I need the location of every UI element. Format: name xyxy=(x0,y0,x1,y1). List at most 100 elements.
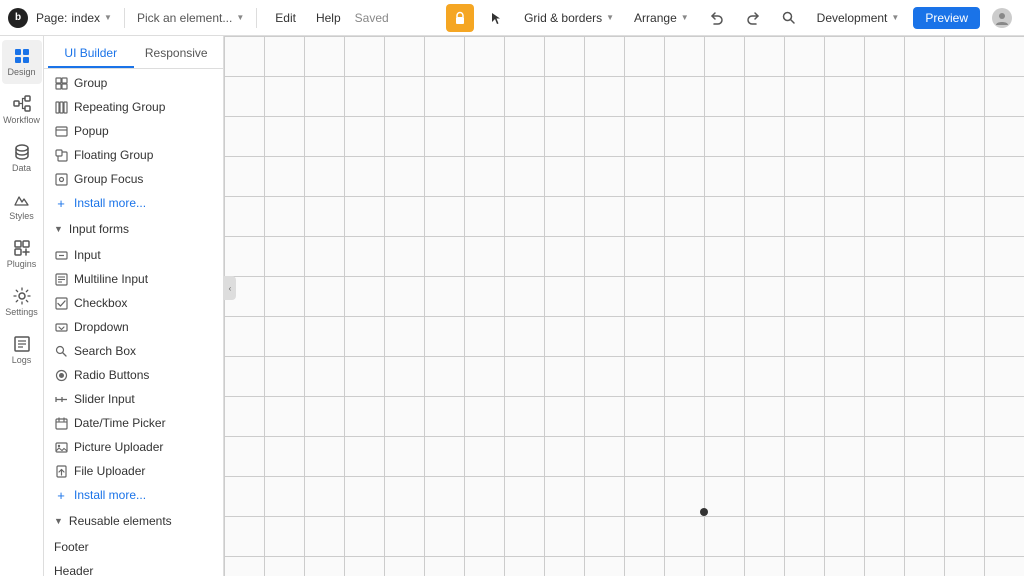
panel-item-slider[interactable]: Slider Input xyxy=(44,387,223,411)
picture-uploader-icon xyxy=(54,440,68,454)
footer-label: Footer xyxy=(54,540,89,554)
group-label: Group xyxy=(74,76,107,90)
radio-buttons-label: Radio Buttons xyxy=(74,368,149,382)
slider-icon xyxy=(54,392,68,406)
sidebar-item-plugins[interactable]: Plugins xyxy=(2,232,42,276)
grid-label: Grid & borders xyxy=(524,11,602,25)
plugins-label: Plugins xyxy=(7,259,37,269)
sidebar-item-styles[interactable]: Styles xyxy=(2,184,42,228)
plugins-icon xyxy=(13,239,31,257)
input-icon xyxy=(54,248,68,262)
panel-item-popup[interactable]: Popup xyxy=(44,119,223,143)
group-icon xyxy=(54,76,68,90)
repeating-group-icon xyxy=(54,100,68,114)
group-focus-icon xyxy=(54,172,68,186)
search-box-label: Search Box xyxy=(74,344,136,358)
multiline-icon xyxy=(54,272,68,286)
pointer-icon-btn[interactable] xyxy=(482,4,510,32)
install-more-containers-label: Install more... xyxy=(74,196,146,210)
panel-item-install-more-forms[interactable]: + Install more... xyxy=(44,483,223,507)
panel-item-header[interactable]: Header xyxy=(44,559,223,576)
input-forms-section: Input Multiline Input Checkb xyxy=(44,241,223,509)
preview-button[interactable]: Preview xyxy=(913,7,980,29)
development-button[interactable]: Development ▼ xyxy=(811,9,906,27)
panel-item-picture-uploader[interactable]: Picture Uploader xyxy=(44,435,223,459)
panel-item-dropdown[interactable]: Dropdown xyxy=(44,315,223,339)
arrange-label: Arrange xyxy=(634,11,677,25)
element-picker[interactable]: Pick an element... ▼ xyxy=(137,11,244,25)
panel-item-input[interactable]: Input xyxy=(44,243,223,267)
undo-icon-btn[interactable] xyxy=(703,4,731,32)
left-nav: Design Workflow Data Styles xyxy=(0,36,44,576)
floating-group-icon xyxy=(54,148,68,162)
panel-item-radio-buttons[interactable]: Radio Buttons xyxy=(44,363,223,387)
app-logo: b xyxy=(8,8,28,28)
logs-label: Logs xyxy=(12,355,32,365)
sidebar-item-data[interactable]: Data xyxy=(2,136,42,180)
canvas[interactable] xyxy=(224,36,1024,576)
reusable-collapse-icon: ▼ xyxy=(54,516,63,526)
redo-icon-btn[interactable] xyxy=(739,4,767,32)
panel-item-group[interactable]: Group xyxy=(44,71,223,95)
checkbox-label: Checkbox xyxy=(74,296,127,310)
multiline-label: Multiline Input xyxy=(74,272,148,286)
topbar-right: Grid & borders ▼ Arrange ▼ Dev xyxy=(446,4,1016,32)
panel-collapse-button[interactable]: ‹ xyxy=(224,276,236,300)
panel-item-floating-group[interactable]: Floating Group xyxy=(44,143,223,167)
tab-ui-builder[interactable]: UI Builder xyxy=(48,40,134,68)
header-label: Header xyxy=(54,564,93,576)
design-label: Design xyxy=(7,67,35,77)
popup-icon xyxy=(54,124,68,138)
page-chevron-icon: ▼ xyxy=(104,13,112,22)
panel-item-checkbox[interactable]: Checkbox xyxy=(44,291,223,315)
panel-item-datetime[interactable]: Date/Time Picker xyxy=(44,411,223,435)
page-selector[interactable]: Page: index ▼ xyxy=(36,11,112,25)
input-forms-header[interactable]: ▼ Input forms xyxy=(44,217,223,241)
reusable-elements-header[interactable]: ▼ Reusable elements xyxy=(44,509,223,533)
file-uploader-icon xyxy=(54,464,68,478)
panel-item-group-focus[interactable]: Group Focus xyxy=(44,167,223,191)
arrange-chevron-icon: ▼ xyxy=(681,13,689,22)
search-icon-btn[interactable] xyxy=(775,4,803,32)
containers-section: Group Repeating Group Popup xyxy=(44,69,223,217)
design-icon xyxy=(13,47,31,65)
dropdown-label: Dropdown xyxy=(74,320,129,334)
floating-group-label: Floating Group xyxy=(74,148,153,162)
ui-panel: UI Builder Responsive Group xyxy=(44,36,224,576)
panel-item-search-box[interactable]: Search Box xyxy=(44,339,223,363)
slider-label: Slider Input xyxy=(74,392,135,406)
input-label: Input xyxy=(74,248,101,262)
panel-item-install-more-containers[interactable]: + Install more... xyxy=(44,191,223,215)
radio-buttons-icon xyxy=(54,368,68,382)
account-icon-btn[interactable] xyxy=(988,4,1016,32)
topbar: b Page: index ▼ Pick an element... ▼ Edi… xyxy=(0,0,1024,36)
sidebar-item-logs[interactable]: Logs xyxy=(2,328,42,372)
datetime-label: Date/Time Picker xyxy=(74,416,166,430)
dev-chevron-icon: ▼ xyxy=(891,13,899,22)
data-label: Data xyxy=(12,163,31,173)
settings-icon xyxy=(13,287,31,305)
sidebar-item-settings[interactable]: Settings xyxy=(2,280,42,324)
grid-chevron-icon: ▼ xyxy=(606,13,614,22)
input-forms-label: Input forms xyxy=(69,222,129,236)
panel-item-multiline[interactable]: Multiline Input xyxy=(44,267,223,291)
panel-item-file-uploader[interactable]: File Uploader xyxy=(44,459,223,483)
panel-item-repeating-group[interactable]: Repeating Group xyxy=(44,95,223,119)
panel-item-footer[interactable]: Footer xyxy=(44,535,223,559)
search-box-icon xyxy=(54,344,68,358)
sidebar-item-design[interactable]: Design xyxy=(2,40,42,84)
arrange-button[interactable]: Arrange ▼ xyxy=(628,9,695,27)
file-uploader-label: File Uploader xyxy=(74,464,145,478)
grid-borders-button[interactable]: Grid & borders ▼ xyxy=(518,9,620,27)
help-button[interactable]: Help xyxy=(310,9,347,27)
popup-label: Popup xyxy=(74,124,109,138)
workflow-label: Workflow xyxy=(3,115,40,125)
edit-button[interactable]: Edit xyxy=(269,9,302,27)
lock-icon-btn[interactable] xyxy=(446,4,474,32)
dev-label: Development xyxy=(817,11,888,25)
checkbox-icon xyxy=(54,296,68,310)
tab-responsive[interactable]: Responsive xyxy=(134,40,220,68)
styles-icon xyxy=(13,191,31,209)
topbar-divider-1 xyxy=(124,8,125,28)
sidebar-item-workflow[interactable]: Workflow xyxy=(2,88,42,132)
